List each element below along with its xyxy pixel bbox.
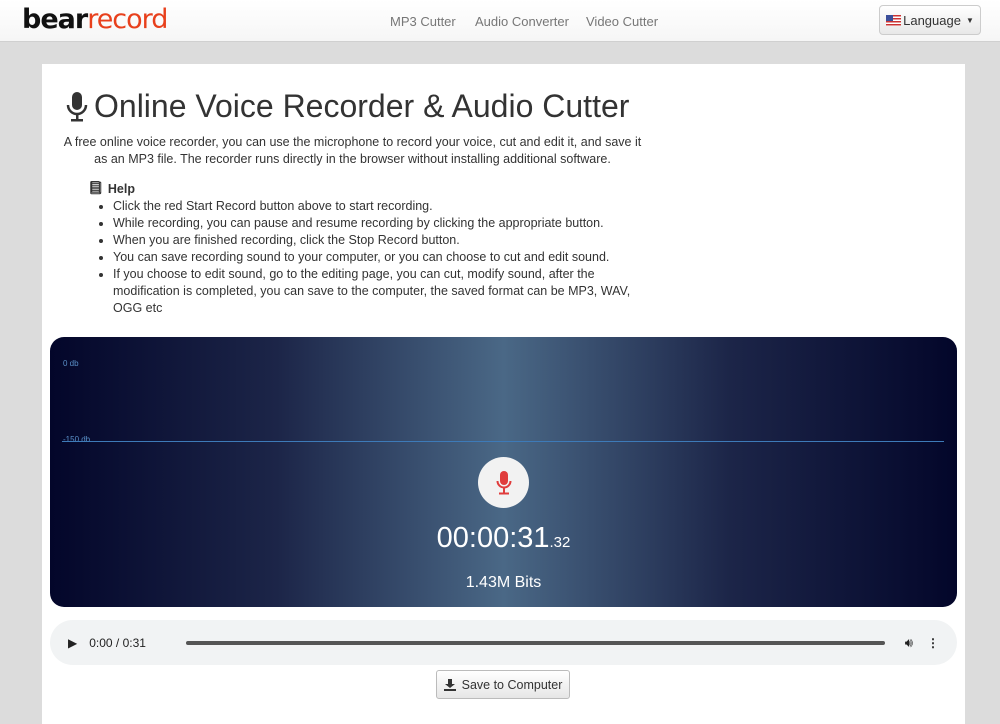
nav-video-cutter[interactable]: Video Cutter bbox=[586, 14, 658, 29]
help-item: Click the red Start Record button above … bbox=[113, 198, 643, 215]
more-options-icon[interactable]: ⋮ bbox=[927, 636, 939, 650]
save-to-computer-button[interactable]: Save to Computer bbox=[436, 670, 570, 699]
recorder-visualizer: 0 db -150 db 00:00:31.32 1.43M Bits bbox=[50, 337, 957, 607]
page-title: Online Voice Recorder & Audio Cutter bbox=[66, 88, 629, 125]
volume-icon[interactable]: 🔊︎ bbox=[905, 635, 913, 651]
db-bottom-label: -150 db bbox=[63, 435, 91, 444]
language-dropdown[interactable]: Language ▼ bbox=[879, 5, 981, 35]
download-icon bbox=[443, 678, 456, 691]
level-line bbox=[62, 441, 944, 442]
help-section: 📘︎Help Click the red Start Record button… bbox=[88, 181, 643, 317]
recording-size: 1.43M Bits bbox=[465, 574, 542, 591]
nav-mp3-cutter[interactable]: MP3 Cutter bbox=[390, 14, 456, 29]
us-flag-icon bbox=[886, 14, 902, 26]
help-item: While recording, you can pause and resum… bbox=[113, 215, 643, 232]
db-top-label: 0 db bbox=[63, 359, 79, 368]
nav-audio-converter[interactable]: Audio Converter bbox=[475, 14, 569, 29]
microphone-icon bbox=[66, 91, 88, 121]
book-icon: 📘︎ bbox=[88, 181, 104, 195]
audio-player: ▶ 0:00 / 0:31 🔊︎ ⋮ bbox=[50, 620, 957, 665]
help-item: When you are finished recording, click t… bbox=[113, 232, 643, 249]
help-item: You can save recording sound to your com… bbox=[113, 249, 643, 266]
player-time: 0:00 / 0:31 bbox=[89, 635, 146, 650]
record-button[interactable] bbox=[478, 457, 529, 508]
microphone-icon bbox=[496, 470, 511, 494]
logo[interactable]: bearrecord bbox=[22, 4, 168, 35]
seek-bar[interactable] bbox=[185, 640, 885, 645]
caret-down-icon: ▼ bbox=[965, 15, 974, 25]
help-item: If you choose to edit sound, go to the e… bbox=[113, 266, 643, 317]
description: A free online voice recorder, you can us… bbox=[63, 135, 642, 166]
play-icon[interactable]: ▶ bbox=[68, 636, 77, 650]
recording-timer: 00:00:31.32 bbox=[436, 522, 571, 554]
top-navbar: bearrecord MP3 Cutter Audio Converter Vi… bbox=[0, 0, 1000, 42]
